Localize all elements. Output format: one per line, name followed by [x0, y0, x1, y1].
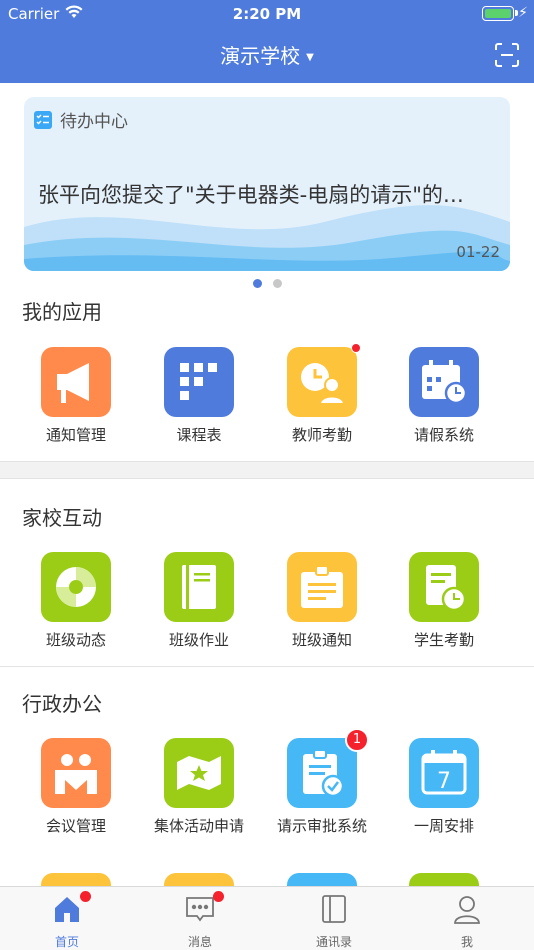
notebook-icon	[164, 552, 234, 622]
app-label: 集体活动申请	[153, 817, 244, 835]
app-label: 教师考勤	[291, 426, 352, 444]
section-divider	[0, 666, 534, 667]
contacts-book-icon	[318, 893, 350, 925]
app-leave-system[interactable]: 请假系统	[384, 347, 504, 445]
banner-date: 01-22	[456, 243, 500, 261]
app-approval-system[interactable]: 1 请示审批系统	[262, 728, 382, 836]
app-course-schedule[interactable]: 课程表	[139, 347, 259, 445]
school-title: 演示学校	[220, 44, 301, 68]
app-meeting-management[interactable]: 会议管理	[16, 738, 136, 836]
section-title-home-school: 家校互动	[22, 506, 102, 530]
tab-label: 消息	[187, 935, 212, 949]
app-label: 会议管理	[45, 817, 106, 835]
document-clock-icon	[409, 552, 479, 622]
section-divider	[0, 461, 534, 479]
app-class-news[interactable]: 班级动态	[16, 552, 136, 650]
banner-message: 张平向您提交了"关于电器类-电扇的请示"的…	[38, 183, 464, 207]
tab-me[interactable]: 我	[417, 893, 517, 950]
app-notice-management[interactable]: 通知管理	[16, 347, 136, 445]
badge-dot	[80, 891, 91, 902]
status-bar: Carrier 2:20 PM ⚡	[0, 0, 534, 28]
app-label: 班级通知	[291, 631, 352, 649]
app-label: 课程表	[176, 426, 222, 444]
notification-badge: 1	[345, 728, 369, 752]
carousel-dot[interactable]	[273, 279, 282, 288]
person-icon	[451, 893, 483, 925]
tab-bar: 首页 消息 通讯录 我	[0, 886, 534, 950]
meeting-icon	[41, 738, 111, 808]
megaphone-icon	[41, 347, 111, 417]
tab-label: 我	[460, 935, 473, 949]
app-weekly-schedule[interactable]: 7 一周安排	[384, 738, 504, 836]
school-selector[interactable]: 演示学校 ▼	[0, 40, 534, 69]
app-group-activity-request[interactable]: 集体活动申请	[139, 738, 259, 836]
clipboard-icon	[287, 552, 357, 622]
tab-messages[interactable]: 消息	[150, 891, 250, 950]
app-label: 班级动态	[45, 631, 106, 649]
app-label: 一周安排	[413, 817, 474, 835]
app-class-homework[interactable]: 班级作业	[139, 552, 259, 650]
todo-banner[interactable]: 待办中心 张平向您提交了"关于电器类-电扇的请示"的… 01-22	[24, 97, 510, 271]
status-time: 2:20 PM	[232, 5, 302, 23]
charging-icon: ⚡	[518, 5, 528, 21]
app-teacher-attendance[interactable]: 教师考勤	[262, 343, 382, 445]
svg-text:7: 7	[437, 769, 451, 794]
calendar-clock-icon	[409, 347, 479, 417]
banner-header: 待办中心	[34, 107, 128, 132]
schedule-grid-icon	[164, 347, 234, 417]
section-title-admin-office: 行政办公	[22, 692, 102, 716]
tab-contacts[interactable]: 通讯录	[284, 893, 384, 950]
tab-label: 首页	[54, 935, 79, 949]
carousel-dot-active[interactable]	[253, 279, 262, 288]
app-label: 请假系统	[413, 426, 474, 444]
app-label: 请示审批系统	[276, 817, 367, 835]
app-label: 通知管理	[45, 426, 106, 444]
todo-list-icon	[34, 110, 52, 129]
section-title-my-apps: 我的应用	[22, 300, 102, 324]
home-icon	[51, 891, 91, 925]
app-student-attendance[interactable]: 学生考勤	[384, 552, 504, 650]
caret-down-icon: ▼	[306, 52, 314, 63]
header: Carrier 2:20 PM ⚡ 演示学校 ▼	[0, 0, 534, 83]
calendar-7-icon: 7	[409, 738, 479, 808]
badge-dot	[351, 343, 361, 353]
clock-person-icon	[287, 343, 361, 417]
tab-home[interactable]: 首页	[17, 891, 117, 950]
banner-title: 待办中心	[60, 112, 128, 132]
badge-dot	[213, 891, 224, 902]
app-label: 学生考勤	[413, 631, 474, 649]
app-label: 班级作业	[168, 631, 229, 649]
message-icon	[184, 891, 224, 925]
aperture-icon	[41, 552, 111, 622]
scan-icon[interactable]	[494, 42, 520, 68]
flag-star-icon	[164, 738, 234, 808]
clipboard-check-icon: 1	[287, 728, 369, 808]
battery-icon	[482, 6, 514, 21]
app-class-notice[interactable]: 班级通知	[262, 552, 382, 650]
tab-label: 通讯录	[315, 935, 352, 949]
